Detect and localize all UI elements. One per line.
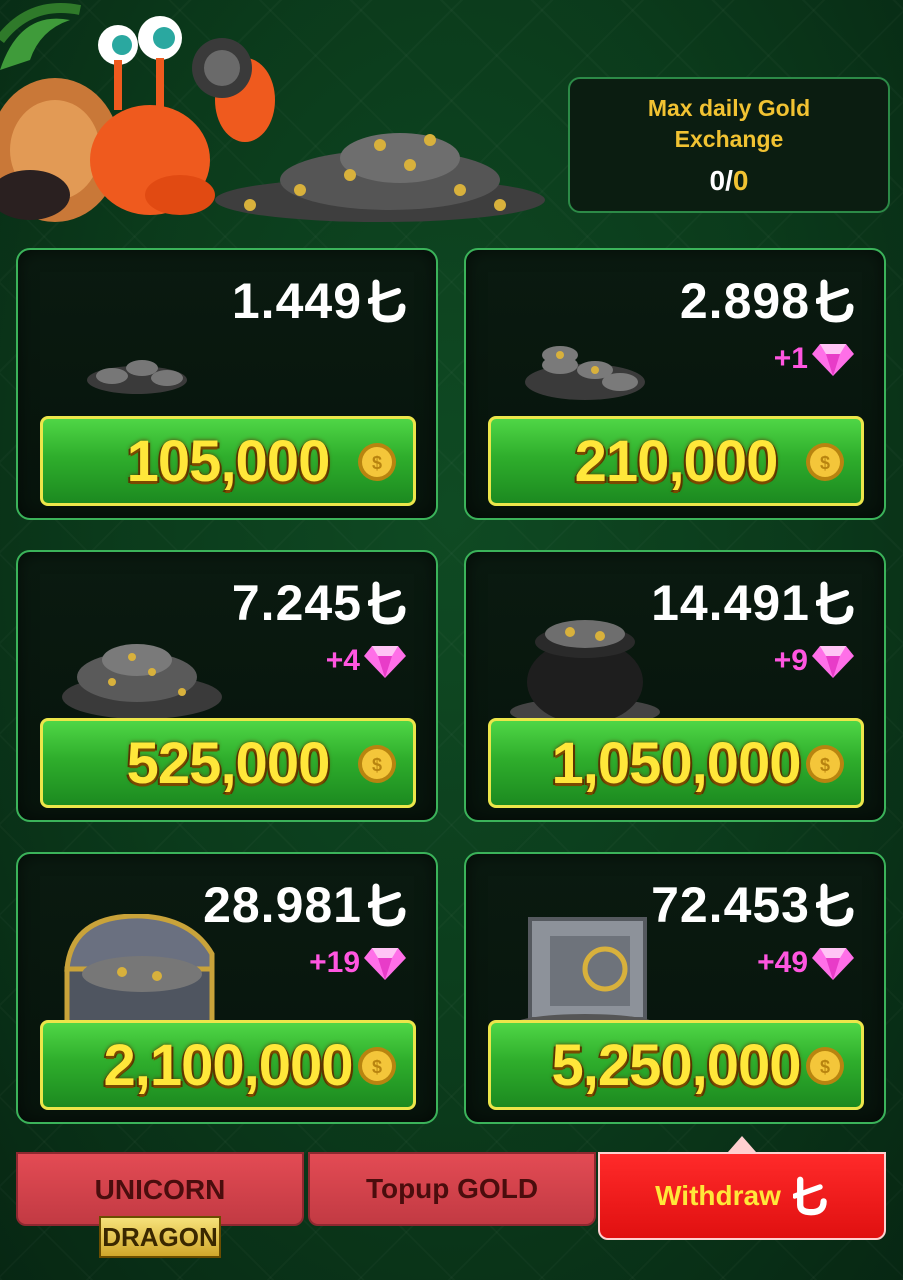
gem-bonus-value: +9 bbox=[773, 644, 808, 677]
dragon-badge: DRAGON bbox=[99, 1216, 221, 1258]
lira-icon bbox=[816, 279, 854, 323]
gem-bonus-value: +4 bbox=[325, 644, 360, 677]
buy-gold-button[interactable]: 105,000 $ bbox=[40, 416, 416, 506]
gold-coin-icon: $ bbox=[358, 443, 396, 481]
package-price-value: 1.449 bbox=[231, 273, 362, 329]
gold-amount: 210,000 bbox=[574, 428, 779, 494]
package-price-value: 2.898 bbox=[679, 273, 810, 329]
hero-crab-banner-illustration bbox=[0, 3, 545, 222]
gold-amount: 2,100,000 bbox=[103, 1032, 353, 1098]
svg-text:$: $ bbox=[820, 755, 830, 775]
gem-bonus: +4 bbox=[326, 644, 406, 678]
header: Max daily Gold Exchange 0/0 bbox=[0, 0, 903, 222]
package-price: 1.449 bbox=[232, 272, 408, 330]
pink-gem-icon bbox=[812, 344, 854, 376]
lira-icon bbox=[368, 883, 406, 927]
gold-coin-icon: $ bbox=[806, 745, 844, 783]
gem-bonus: +49 bbox=[757, 946, 854, 980]
gold-coin-icon: $ bbox=[358, 1047, 396, 1085]
gold-package-card: 7.245 +4 525,000 $ bbox=[16, 550, 438, 822]
buy-gold-button[interactable]: 210,000 $ bbox=[488, 416, 864, 506]
svg-text:$: $ bbox=[820, 453, 830, 473]
gold-coin-icon: $ bbox=[806, 1047, 844, 1085]
gold-package-card: 1.449 105,000 $ bbox=[16, 248, 438, 520]
package-price: 72.453 bbox=[651, 876, 856, 934]
buy-gold-button[interactable]: 2,100,000 $ bbox=[40, 1020, 416, 1110]
tab-topup-gold[interactable]: Topup GOLD bbox=[308, 1152, 596, 1226]
gold-amount: 1,050,000 bbox=[551, 730, 801, 796]
buy-gold-button[interactable]: 5,250,000 $ bbox=[488, 1020, 864, 1110]
coins-stack-icon bbox=[525, 346, 645, 400]
gem-bonus: +19 bbox=[309, 946, 406, 980]
tab-unicorn-dragon[interactable]: UNICORN bbox=[16, 1152, 304, 1226]
daily-exchange-limit-panel: Max daily Gold Exchange 0/0 bbox=[568, 77, 890, 213]
gem-bonus-value: +49 bbox=[757, 946, 808, 979]
lira-icon bbox=[792, 1176, 827, 1216]
package-price-value: 14.491 bbox=[651, 575, 810, 631]
limit-max: 0 bbox=[732, 165, 749, 196]
package-price: 28.981 bbox=[203, 876, 408, 934]
tab-topup-label: Topup GOLD bbox=[365, 1173, 539, 1204]
package-price-value: 28.981 bbox=[203, 877, 362, 933]
gold-coin-icon: $ bbox=[358, 745, 396, 783]
buy-gold-button[interactable]: 525,000 $ bbox=[40, 718, 416, 808]
small-coins-icon bbox=[87, 360, 187, 394]
gem-bonus-value: +19 bbox=[309, 946, 360, 979]
pink-gem-icon bbox=[812, 948, 854, 980]
gem-bonus-value: +1 bbox=[773, 342, 808, 375]
package-price-value: 72.453 bbox=[651, 877, 810, 933]
coin-pile-icon bbox=[62, 644, 222, 719]
pink-gem-icon bbox=[364, 948, 406, 980]
svg-text:$: $ bbox=[372, 755, 382, 775]
gold-amount: 525,000 bbox=[126, 730, 331, 796]
limit-used: 0 bbox=[709, 165, 726, 196]
gold-amount: 105,000 bbox=[126, 428, 331, 494]
package-price: 2.898 bbox=[680, 272, 856, 330]
svg-text:$: $ bbox=[372, 453, 382, 473]
gem-bonus: +1 bbox=[774, 342, 854, 376]
tab-unicorn-label: UNICORN bbox=[94, 1174, 226, 1205]
buy-gold-button[interactable]: 1,050,000 $ bbox=[488, 718, 864, 808]
lira-icon bbox=[368, 279, 406, 323]
limit-title: Max daily Gold Exchange bbox=[647, 95, 811, 152]
pink-gem-icon bbox=[812, 646, 854, 678]
gold-coin-icon: $ bbox=[806, 443, 844, 481]
limit-counter: 0/0 bbox=[570, 165, 888, 197]
lira-icon bbox=[816, 581, 854, 625]
package-price: 14.491 bbox=[651, 574, 856, 632]
tab-withdraw-label: Withdraw bbox=[655, 1180, 781, 1211]
lira-icon bbox=[368, 581, 406, 625]
gold-package-card: 14.491 +9 1,050,000 $ bbox=[464, 550, 886, 822]
svg-text:$: $ bbox=[820, 1057, 830, 1077]
gold-package-card: 2.898 +1 210,000 $ bbox=[464, 248, 886, 520]
active-tab-pointer bbox=[728, 1136, 756, 1152]
svg-text:$: $ bbox=[372, 1057, 382, 1077]
gold-package-card: 72.453 +49 5,250,000 $ bbox=[464, 852, 886, 1124]
package-price-value: 7.245 bbox=[231, 575, 362, 631]
tab-withdraw[interactable]: Withdraw bbox=[598, 1152, 886, 1240]
limit-separator: / bbox=[725, 165, 733, 196]
gold-package-card: 28.981 +19 2,100,000 $ bbox=[16, 852, 438, 1124]
pink-gem-icon bbox=[364, 646, 406, 678]
gem-bonus: +9 bbox=[774, 644, 854, 678]
package-price: 7.245 bbox=[232, 574, 408, 632]
lira-icon bbox=[816, 883, 854, 927]
gold-amount: 5,250,000 bbox=[551, 1032, 801, 1098]
